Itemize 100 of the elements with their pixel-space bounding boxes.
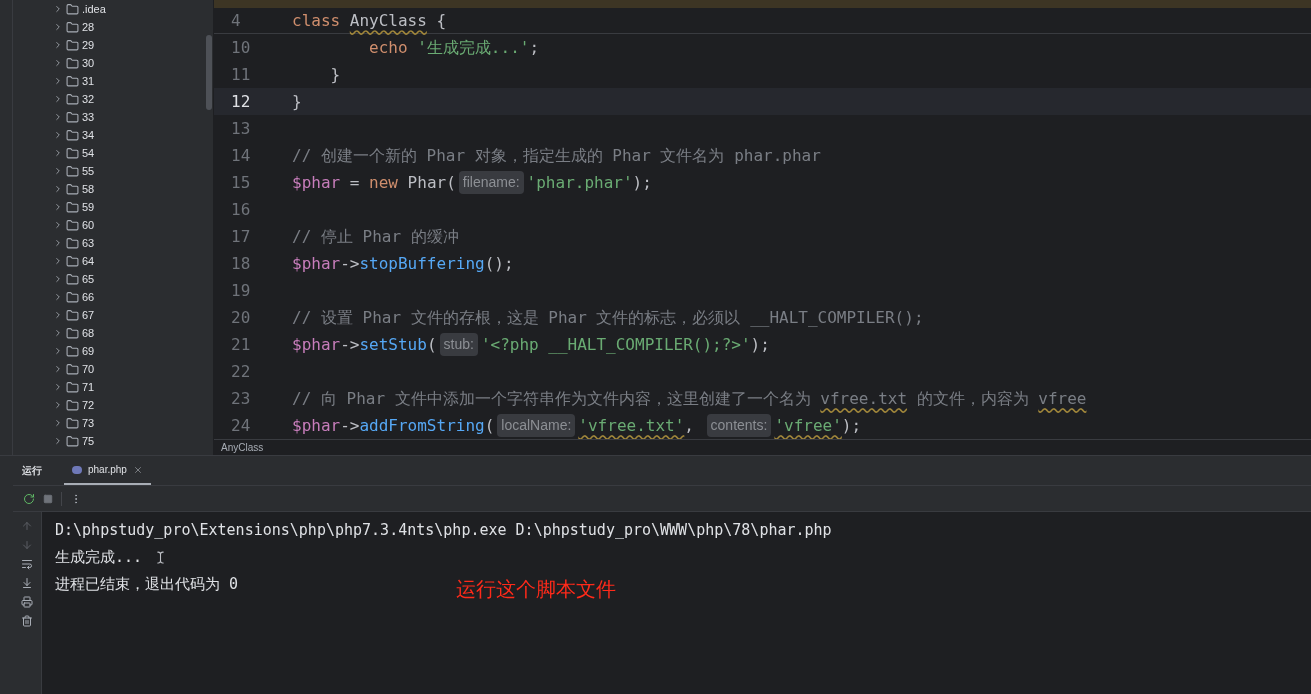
tree-item[interactable]: 63 — [13, 234, 213, 252]
folder-icon — [66, 416, 79, 430]
tree-item[interactable]: 60 — [13, 216, 213, 234]
tree-item[interactable]: 34 — [13, 126, 213, 144]
string-literal: '<?php __HALT_COMPILER();?>' — [480, 333, 751, 356]
folder-icon — [66, 398, 79, 412]
line-number: 19 — [230, 279, 252, 302]
line-number: 4 — [230, 9, 242, 32]
line-number: 24 — [230, 414, 252, 437]
code-text: ( — [426, 333, 437, 356]
code-text: ; — [529, 36, 540, 59]
breadcrumb[interactable]: AnyClass — [221, 440, 264, 455]
folder-icon — [66, 272, 79, 286]
line-number: 15 — [230, 171, 252, 194]
folder-icon — [66, 56, 79, 70]
tree-item[interactable]: 33 — [13, 108, 213, 126]
tree-item[interactable]: 30 — [13, 54, 213, 72]
code-comment: // 向 Phar 文件中添加一个字符串作为文件内容，这里创建了一个名为 — [292, 387, 812, 410]
code-text: { — [435, 9, 447, 32]
folder-icon — [66, 110, 79, 124]
tree-item[interactable]: 59 — [13, 198, 213, 216]
soft-wrap-icon[interactable] — [21, 558, 33, 570]
string-literal: 'vfree' — [774, 414, 842, 437]
tree-item[interactable]: 29 — [13, 36, 213, 54]
keyword: echo — [368, 36, 408, 59]
folder-icon — [66, 182, 79, 196]
code-text: ); — [750, 333, 770, 356]
close-icon[interactable] — [132, 464, 143, 475]
line-number: 22 — [230, 360, 252, 383]
code-text: (); — [484, 252, 514, 275]
code-text: = — [348, 171, 361, 194]
tree-item[interactable]: 66 — [13, 288, 213, 306]
tree-item[interactable]: 31 — [13, 72, 213, 90]
tree-item[interactable]: 32 — [13, 90, 213, 108]
folder-icon — [66, 38, 79, 52]
folder-icon — [66, 92, 79, 106]
folder-icon — [66, 434, 79, 448]
parameter-hint: filename: — [458, 171, 524, 194]
run-tab[interactable]: phar.php — [64, 456, 151, 485]
parameter-hint: localName: — [497, 414, 576, 437]
folder-icon — [66, 74, 79, 88]
code-comment: // 停止 Phar 的缓冲 — [292, 225, 459, 248]
folder-icon — [66, 2, 79, 16]
string-literal: 'phar.phar' — [526, 171, 633, 194]
console-line: D:\phpstudy_pro\Extensions\php\php7.3.4nts\php.exe D:\phpstudy_pro\WWW\php\78\phar.php — [55, 520, 832, 542]
code-text: ( — [484, 414, 495, 437]
tree-item[interactable]: 28 — [13, 18, 213, 36]
code-text: } — [292, 90, 302, 113]
tree-item[interactable]: 69 — [13, 342, 213, 360]
print-icon[interactable] — [21, 596, 33, 608]
line-number: 16 — [230, 198, 252, 221]
tree-item[interactable]: 58 — [13, 180, 213, 198]
method-name: setStub — [359, 333, 427, 356]
tree-item[interactable]: 65 — [13, 270, 213, 288]
variable-name: $phar — [292, 414, 341, 437]
line-number: 21 — [230, 333, 252, 356]
tree-item[interactable]: 55 — [13, 162, 213, 180]
code-text: ); — [632, 171, 652, 194]
annotation-text: 运行这个脚本文件 — [456, 577, 616, 602]
code-text: -> — [340, 252, 360, 275]
folder-icon — [66, 218, 79, 232]
tree-item[interactable]: 64 — [13, 252, 213, 270]
folder-icon — [66, 290, 79, 304]
tree-item[interactable]: .idea — [13, 0, 213, 18]
line-number: 12 — [230, 90, 252, 113]
folder-icon — [66, 146, 79, 160]
tree-item[interactable]: 67 — [13, 306, 213, 324]
code-text: Phar( — [406, 171, 456, 194]
rerun-icon[interactable] — [23, 492, 35, 505]
console-line: 进程已结束，退出代码为 0 — [55, 574, 239, 596]
folder-icon — [66, 164, 79, 178]
variable-name: $phar — [292, 333, 341, 356]
method-name: stopBuffering — [359, 252, 485, 275]
line-number: 20 — [230, 306, 252, 329]
tree-item[interactable]: 71 — [13, 378, 213, 396]
folder-icon — [66, 200, 79, 214]
code-text: -> — [340, 333, 360, 356]
scrollbar[interactable] — [206, 35, 212, 110]
code-comment: // 设置 Phar 文件的存根，这是 Phar 文件的标志，必须以 __HALT_COMPILER(); — [292, 306, 924, 329]
trash-icon[interactable] — [21, 615, 33, 627]
folder-icon — [66, 254, 79, 268]
tree-item[interactable]: 73 — [13, 414, 213, 432]
stop-icon[interactable] — [43, 493, 53, 504]
code-comment: 的文件，内容为 — [915, 387, 1030, 410]
tree-item[interactable]: 72 — [13, 396, 213, 414]
code-comment: vfree.txt — [820, 387, 908, 410]
code-text: ); — [841, 414, 862, 437]
folder-icon — [66, 20, 79, 34]
tree-item[interactable]: 68 — [13, 324, 213, 342]
tree-item[interactable]: 70 — [13, 360, 213, 378]
tree-item[interactable]: 54 — [13, 144, 213, 162]
folder-icon — [66, 344, 79, 358]
scroll-to-end-icon[interactable] — [21, 577, 33, 589]
variable-name: $phar — [292, 252, 341, 275]
string-literal: 'vfree.txt' — [578, 414, 685, 437]
code-text: } — [329, 63, 341, 86]
console-line: 生成完成... — [55, 547, 143, 569]
tree-item[interactable]: 75 — [13, 432, 213, 450]
variable-name: $phar — [292, 171, 341, 194]
folder-icon — [66, 236, 79, 250]
